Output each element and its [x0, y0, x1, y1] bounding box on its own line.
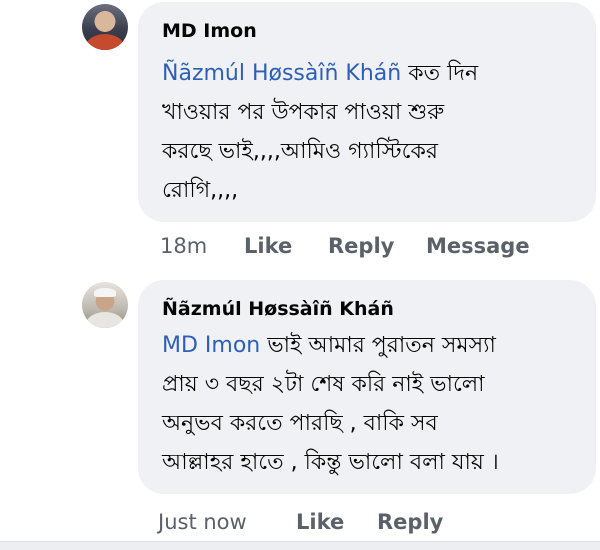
- avatar-shirt: [85, 33, 125, 50]
- avatar-shirt: [85, 311, 125, 328]
- reply-button[interactable]: Reply: [377, 510, 443, 534]
- comment-actions: 18m Like Reply Message: [160, 234, 580, 264]
- bottom-divider: [0, 541, 600, 550]
- timestamp[interactable]: 18m: [160, 234, 207, 258]
- message-button[interactable]: Message: [426, 234, 530, 258]
- like-button[interactable]: Like: [244, 234, 292, 258]
- comment-line: খাওয়ার পর উপকার পাওয়া শুরু: [162, 100, 445, 125]
- comment-line: আল্লাহর হাতে , কিন্তু ভালো বলা যায় ।: [162, 450, 499, 475]
- comment-line: করছে ভাই,,,,আমিও গ্যাস্টিকের: [162, 139, 438, 164]
- comment-line: MD Imon ভাই আমার পুরাতন সমস্যা: [162, 326, 587, 365]
- comment-line: অনুভব করতে পারছি , বাকি সব: [162, 411, 438, 436]
- comment-line: রোগি,,,,: [162, 178, 239, 203]
- comment-line: Ñãzmúl Høssàîñ Kháñ কত দিন: [162, 54, 582, 93]
- reply-button[interactable]: Reply: [328, 234, 394, 258]
- like-button[interactable]: Like: [296, 510, 344, 534]
- comment-author[interactable]: Ñãzmúl Høssàîñ Kháñ: [162, 298, 394, 320]
- mention-link[interactable]: Ñãzmúl Høssàîñ Kháñ: [162, 61, 401, 86]
- comment-text: MD Imon ভাই আমার পুরাতন সমস্যা প্রায় ৩ …: [162, 326, 587, 482]
- comment-author[interactable]: MD Imon: [162, 20, 257, 42]
- timestamp[interactable]: Just now: [158, 510, 247, 534]
- avatar[interactable]: [82, 282, 128, 328]
- avatar-cap: [94, 287, 116, 297]
- comment-line-text: ভাই আমার পুরাতন সমস্যা: [267, 333, 496, 358]
- comment-line: প্রায় ৩ বছর ২টা শেষ করি নাই ভালো: [162, 372, 485, 397]
- comment-text: Ñãzmúl Høssàîñ Kháñ কত দিন খাওয়ার পর উপ…: [162, 54, 582, 210]
- avatar[interactable]: [82, 4, 128, 50]
- mention-link[interactable]: MD Imon: [162, 333, 260, 358]
- comment-line-text: কত দিন: [408, 61, 479, 86]
- comment-actions: Just now Like Reply: [158, 510, 578, 540]
